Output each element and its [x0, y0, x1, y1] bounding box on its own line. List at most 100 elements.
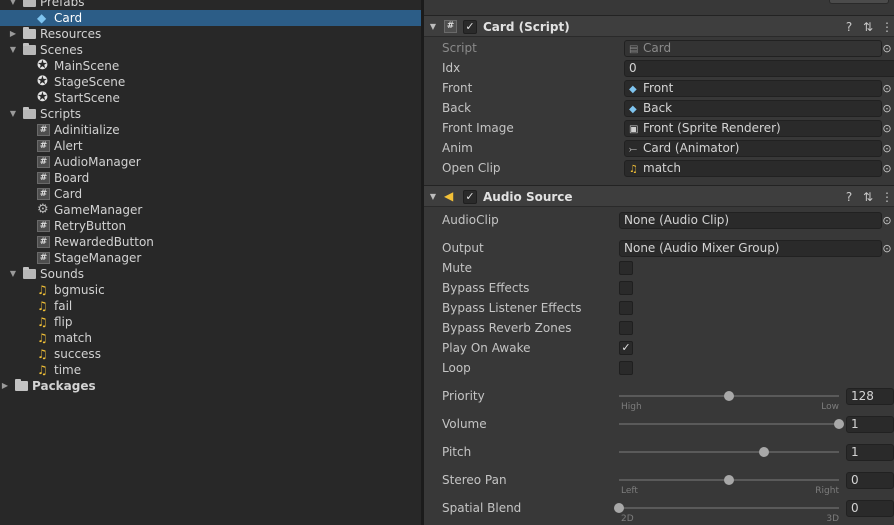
- tree-row-packages[interactable]: ▶ Packages: [0, 378, 421, 394]
- checkbox[interactable]: [619, 281, 633, 295]
- tree-row-retrybutton[interactable]: # RetryButton: [0, 218, 421, 234]
- slider-value-field[interactable]: 0: [846, 500, 894, 517]
- expand-open-icon[interactable]: ▼: [8, 42, 18, 58]
- object-field[interactable]: ⤚ Card (Animator): [624, 140, 882, 157]
- tree-item-label: match: [54, 331, 92, 345]
- object-field[interactable]: ▣ Front (Sprite Renderer): [624, 120, 882, 137]
- tree-row-audiomanager[interactable]: # AudioManager: [0, 154, 421, 170]
- tree-row-card[interactable]: ◆ Card: [0, 10, 421, 26]
- slider-thumb[interactable]: [614, 503, 624, 513]
- help-icon[interactable]: ?: [842, 186, 856, 208]
- slider-track[interactable]: [619, 451, 839, 453]
- animator-icon: ⤚: [629, 144, 637, 155]
- checkbox[interactable]: ✓: [619, 341, 633, 355]
- slider-track[interactable]: [619, 423, 839, 425]
- tree-row-startscene[interactable]: ✪ StartScene: [0, 90, 421, 106]
- checkbox[interactable]: [619, 321, 633, 335]
- tree-row-fail[interactable]: ♫ fail: [0, 298, 421, 314]
- tree-row-rewardedbutton[interactable]: # RewardedButton: [0, 234, 421, 250]
- tree-row-time[interactable]: ♫ time: [0, 362, 421, 378]
- object-field[interactable]: None (Audio Clip): [619, 212, 882, 229]
- tree-row-stagemanager[interactable]: # StageManager: [0, 250, 421, 266]
- object-picker-icon[interactable]: ⊙: [880, 212, 894, 229]
- object-field[interactable]: None (Audio Mixer Group): [619, 240, 882, 257]
- tree-row-mainscene[interactable]: ✪ MainScene: [0, 58, 421, 74]
- expand-open-icon[interactable]: ▼: [8, 266, 18, 282]
- slider-value-field[interactable]: 1: [846, 416, 894, 433]
- tree-row-gamemanager[interactable]: ⚙ GameManager: [0, 202, 421, 218]
- expand-open-icon[interactable]: ▼: [8, 0, 18, 10]
- object-field[interactable]: ♫ match: [624, 160, 882, 177]
- script-icon: #: [37, 236, 50, 248]
- card-script-header[interactable]: ▼ # ✓ Card (Script) ? ⇅ ⋮: [424, 15, 894, 37]
- object-picker-icon[interactable]: ⊙: [880, 40, 894, 57]
- object-picker-icon[interactable]: ⊙: [880, 80, 894, 97]
- tree-row-board[interactable]: # Board: [0, 170, 421, 186]
- prop-front-image: Front Image ▣ Front (Sprite Renderer) ⊙: [424, 118, 894, 138]
- object-field[interactable]: ◆ Back: [624, 100, 882, 117]
- prop-script: Script ▤ Card ⊙: [424, 38, 894, 58]
- tree-row-card[interactable]: # Card: [0, 186, 421, 202]
- unity-scene-icon: ✪: [37, 74, 48, 89]
- tree-row-success[interactable]: ♫ success: [0, 346, 421, 362]
- presets-icon[interactable]: ⇅: [861, 186, 875, 208]
- audio-note-icon: ♫: [37, 283, 48, 297]
- card-script-enabled-checkbox[interactable]: ✓: [463, 20, 477, 34]
- slider-track[interactable]: [619, 507, 839, 509]
- object-picker-icon[interactable]: ⊙: [880, 240, 894, 257]
- checkbox[interactable]: [619, 361, 633, 375]
- slider-thumb[interactable]: [724, 475, 734, 485]
- fold-arrow-icon[interactable]: ▼: [428, 186, 438, 208]
- tree-row-prefabs[interactable]: ▼ Prefabs: [0, 0, 421, 10]
- tree-row-adinitialize[interactable]: # Adinitialize: [0, 122, 421, 138]
- slider-value-field[interactable]: 128: [846, 388, 894, 405]
- tree-item-label: MainScene: [54, 59, 120, 73]
- presets-icon[interactable]: ⇅: [861, 16, 875, 38]
- checkbox[interactable]: [619, 261, 633, 275]
- tree-row-bgmusic[interactable]: ♫ bgmusic: [0, 282, 421, 298]
- tree-item-label: Card: [54, 11, 83, 25]
- int-field[interactable]: 0: [624, 60, 894, 77]
- prop-bypass-reverb-zones: Bypass Reverb Zones: [424, 318, 894, 338]
- prop-front: Front ◆ Front ⊙: [424, 78, 894, 98]
- object-picker-icon[interactable]: ⊙: [880, 140, 894, 157]
- menu-icon[interactable]: ⋮: [880, 16, 894, 38]
- slider-thumb[interactable]: [834, 419, 844, 429]
- tree-row-resources[interactable]: ▶ Resources: [0, 26, 421, 42]
- expand-open-icon[interactable]: ▼: [8, 106, 18, 122]
- audio-source-header[interactable]: ▼ ◀ ✓ Audio Source ? ⇅ ⋮: [424, 185, 894, 207]
- slider-pitch: Pitch 1: [424, 442, 894, 462]
- object-field[interactable]: ◆ Front: [624, 80, 882, 97]
- tree-row-scenes[interactable]: ▼ Scenes: [0, 42, 421, 58]
- tree-row-alert[interactable]: # Alert: [0, 138, 421, 154]
- script-icon: #: [37, 188, 50, 200]
- prop-label: Output: [442, 241, 484, 255]
- object-picker-icon[interactable]: ⊙: [880, 160, 894, 177]
- tree-item-label: RewardedButton: [54, 235, 154, 249]
- field-value: Card (Animator): [643, 141, 740, 155]
- slider-value-field[interactable]: 0: [846, 472, 894, 489]
- inspector-top-button[interactable]: [829, 0, 889, 4]
- checkbox[interactable]: [619, 301, 633, 315]
- slider-value-field[interactable]: 1: [846, 444, 894, 461]
- slider-thumb[interactable]: [724, 391, 734, 401]
- fold-arrow-icon[interactable]: ▼: [428, 16, 438, 38]
- help-icon[interactable]: ?: [842, 16, 856, 38]
- slider-thumb[interactable]: [758, 447, 769, 457]
- menu-icon[interactable]: ⋮: [880, 186, 894, 208]
- audio-note-icon: ♫: [37, 363, 48, 377]
- tree-row-match[interactable]: ♫ match: [0, 330, 421, 346]
- tree-row-stagescene[interactable]: ✪ StageScene: [0, 74, 421, 90]
- tree-row-scripts[interactable]: ▼ Scripts: [0, 106, 421, 122]
- tree-row-sounds[interactable]: ▼ Sounds: [0, 266, 421, 282]
- object-picker-icon[interactable]: ⊙: [880, 100, 894, 117]
- tree-item-label: Sounds: [40, 267, 85, 281]
- expand-closed-icon[interactable]: ▶: [8, 26, 18, 42]
- tree-item-label: Resources: [40, 27, 102, 41]
- tree-item-label: time: [54, 363, 82, 377]
- expand-closed-icon[interactable]: ▶: [0, 378, 10, 394]
- audio-source-enabled-checkbox[interactable]: ✓: [463, 190, 477, 204]
- object-picker-icon[interactable]: ⊙: [880, 120, 894, 137]
- object-field: ▤ Card: [624, 40, 882, 57]
- tree-row-flip[interactable]: ♫ flip: [0, 314, 421, 330]
